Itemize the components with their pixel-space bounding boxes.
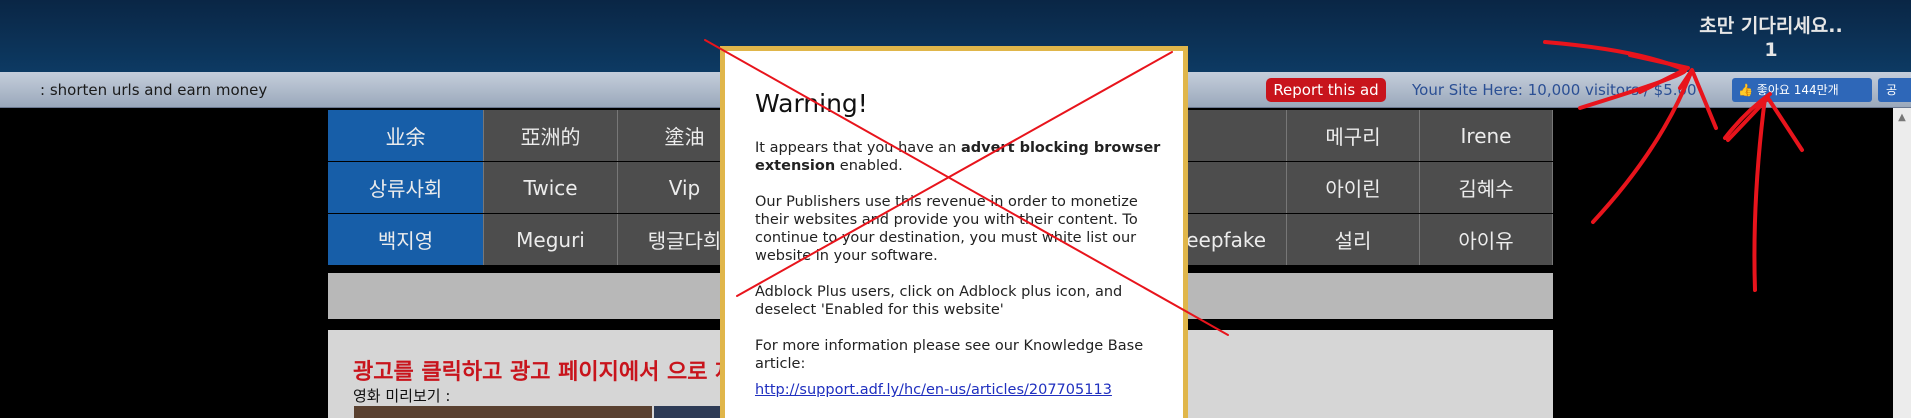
intro-tail: enabled. — [835, 158, 903, 174]
category-cell[interactable]: Twice — [484, 162, 618, 213]
preview-thumbnail[interactable] — [354, 406, 652, 418]
modal-title: Warning! — [755, 89, 868, 118]
site-ad-link[interactable]: Your Site Here: 10,000 visitors / $5.00 — [1412, 81, 1697, 99]
modal-paragraph: Adblock Plus users, click on Adblock plu… — [755, 284, 1123, 318]
category-cell[interactable]: 백지영 — [328, 214, 484, 265]
modal-paragraph: For more information please see our Know… — [755, 338, 1144, 372]
category-cell[interactable]: 아이린 — [1287, 162, 1420, 213]
countdown-text: 초만 기다리세요.. — [1699, 15, 1843, 37]
ad-bar-tagline: : shorten urls and earn money — [40, 81, 268, 99]
category-cell[interactable]: 김혜수 — [1420, 162, 1553, 213]
category-cell[interactable]: 亞洲的 — [484, 110, 618, 161]
category-cell[interactable]: Irene — [1420, 110, 1553, 161]
scrollbar[interactable]: ▲ — [1893, 108, 1911, 418]
countdown-number: 1 — [1764, 39, 1778, 61]
report-ad-button[interactable]: Report this ad — [1266, 78, 1386, 102]
category-cell[interactable]: 상류사회 — [328, 162, 484, 213]
modal-intro: It appears that you have an advert block… — [755, 139, 1170, 175]
category-cell[interactable]: 아이유 — [1420, 214, 1553, 265]
thumbs-up-icon: 👍 — [1738, 83, 1753, 97]
category-cell[interactable]: Meguri — [484, 214, 618, 265]
arrow-3 — [1752, 96, 1767, 292]
like-label: 좋아요 144만개 — [1756, 83, 1839, 97]
knowledge-base-link[interactable]: http://support.adf.ly/hc/en-us/articles/… — [755, 382, 1112, 398]
modal-body: It appears that you have an advert block… — [755, 139, 1170, 399]
intro-text: It appears that you have an — [755, 140, 961, 156]
adblock-warning-modal: Warning! It appears that you have an adv… — [720, 46, 1188, 418]
category-cell[interactable]: 메구리 — [1287, 110, 1420, 161]
movie-preview-label: 영화 미리보기 : — [353, 387, 451, 405]
category-cell[interactable]: 설리 — [1287, 214, 1420, 265]
facebook-like-button[interactable]: 👍 좋아요 144만개 — [1732, 78, 1872, 102]
modal-paragraph: Our Publishers use this revenue in order… — [755, 194, 1138, 264]
countdown-box: 초만 기다리세요.. 1 — [1671, 14, 1871, 62]
share-button[interactable]: 공 — [1878, 78, 1911, 102]
category-cell[interactable]: 业余 — [328, 110, 484, 161]
scroll-up-arrow-icon[interactable]: ▲ — [1893, 112, 1911, 123]
page: 초만 기다리세요.. 1 : shorten urls and earn mon… — [0, 0, 1911, 418]
